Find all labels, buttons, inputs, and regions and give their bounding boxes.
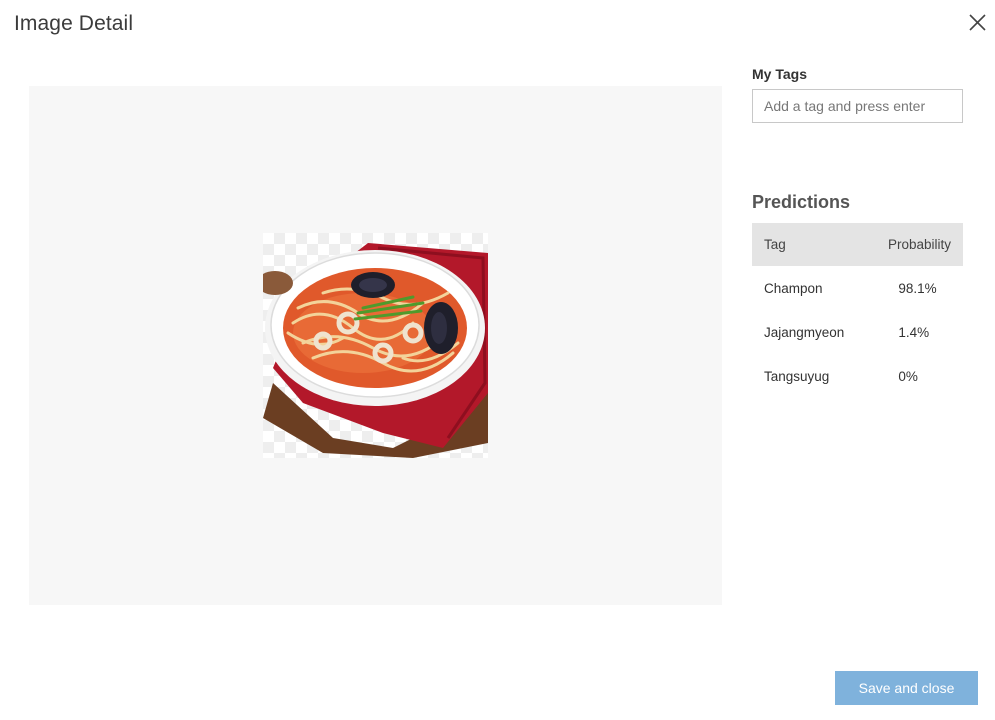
dialog-title: Image Detail <box>14 12 134 35</box>
prediction-probability: 98.1% <box>898 280 937 296</box>
image-detail-dialog: Image Detail My Tags Add a tag and press… <box>0 0 995 720</box>
close-icon <box>969 14 986 31</box>
close-button[interactable] <box>962 8 992 38</box>
table-row: Champon 98.1% <box>752 266 963 310</box>
table-row: Jajangmyeon 1.4% <box>752 310 963 354</box>
table-row: Tangsuyug 0% <box>752 354 963 398</box>
prediction-tag: Tangsuyug <box>764 368 830 384</box>
column-header-probability[interactable]: Probability <box>868 223 963 266</box>
prediction-tag: Champon <box>764 280 823 296</box>
predictions-table: Tag Probability Champon 98.1% Jajangmyeo… <box>752 223 963 398</box>
tag-input[interactable] <box>752 89 963 123</box>
predictions-heading: Predictions <box>752 192 851 212</box>
prediction-tag: Jajangmyeon <box>764 324 845 340</box>
table-header-row: Tag Probability <box>752 223 963 266</box>
save-and-close-button[interactable]: Save and close <box>835 671 978 705</box>
prediction-probability: 1.4% <box>898 324 930 340</box>
prediction-probability: 0% <box>898 368 918 384</box>
image-preview-area <box>29 86 722 605</box>
column-header-tag[interactable]: Tag <box>752 223 869 266</box>
food-photo-illustration <box>263 243 488 458</box>
food-image <box>263 233 488 458</box>
my-tags-label: My Tags <box>752 66 807 82</box>
